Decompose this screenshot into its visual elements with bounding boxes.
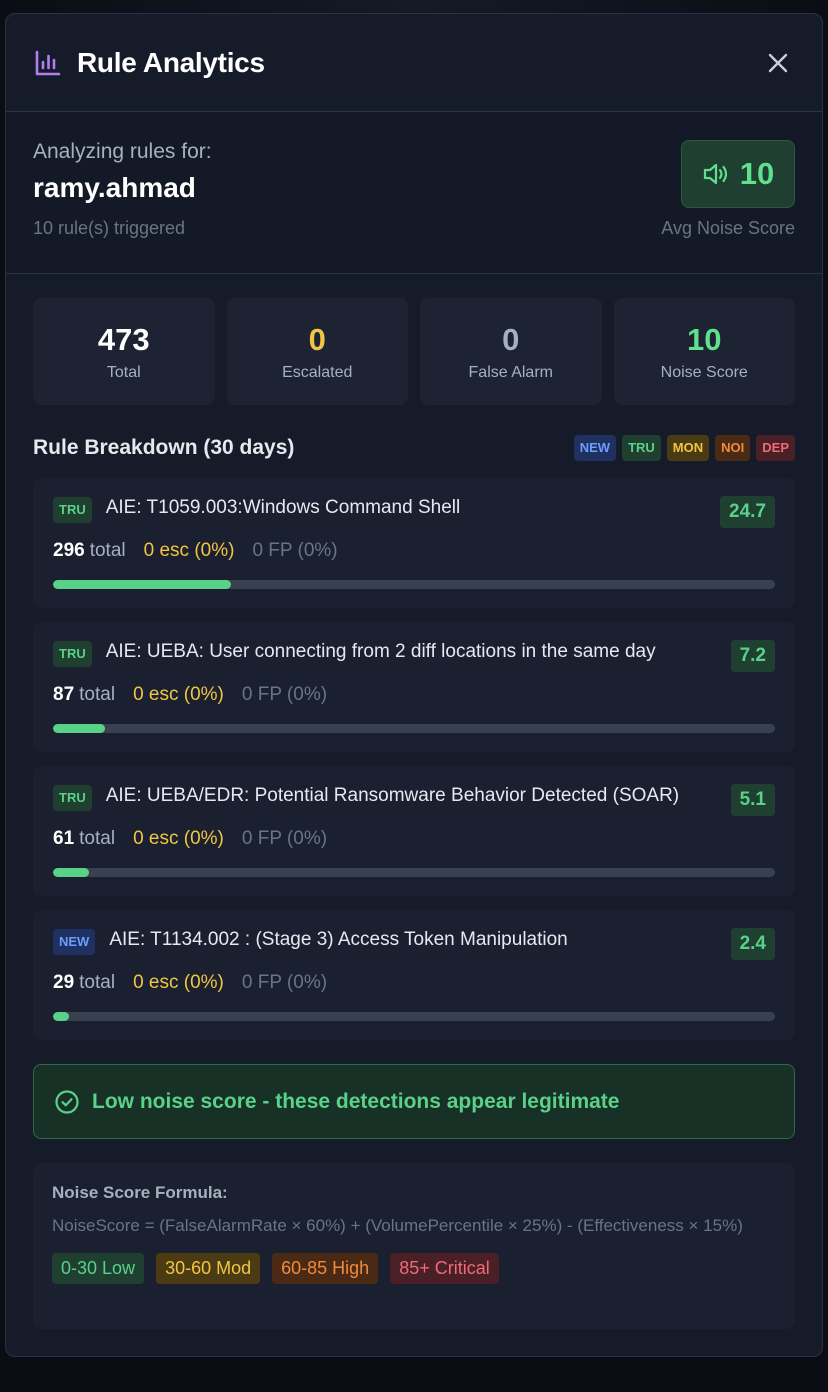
rule-noise-score: 2.4 [730, 928, 775, 960]
username: ramy.ahmad [33, 172, 196, 203]
low-noise-notice: Low noise score - these detections appea… [33, 1064, 795, 1139]
rule-escalated: 0 esc (0%) [133, 828, 224, 849]
bar-chart-icon [33, 47, 65, 79]
rule-name: AIE: UEBA: User connecting from 2 diff l… [105, 641, 656, 662]
legend-tag-new: NEW [573, 435, 617, 461]
rule-status-tag: TRU [53, 641, 92, 667]
legend-tag-noi: NOI [715, 435, 751, 461]
rule-noise-score: 24.7 [720, 496, 775, 528]
rule-total-label: total [89, 540, 126, 561]
rule-total-label: total [79, 684, 116, 705]
stat-label: Noise Score [660, 363, 748, 381]
rule-total: 61 [53, 828, 75, 849]
rule-volume-fill [53, 724, 105, 733]
analyzing-label: Analyzing rules for: [33, 140, 212, 163]
notice-message: Low noise score - these detections appea… [92, 1089, 620, 1113]
rule-escalated: 0 esc (0%) [133, 684, 224, 705]
score-ranges: 0-30 Low 30-60 Mod 60-85 High 85+ Critic… [52, 1253, 776, 1284]
rules-triggered: 10 rule(s) triggered [33, 218, 186, 238]
rule-noise-score: 5.1 [730, 784, 775, 816]
rule-breakdown-header: Rule Breakdown (30 days) NEW TRU MON NOI… [33, 433, 795, 463]
range-moderate: 30-60 Mod [156, 1253, 261, 1284]
rule-name: AIE: T1134.002 : (Stage 3) Access Token … [109, 929, 568, 950]
rule-status-tag: TRU [53, 785, 92, 811]
modal-header: Rule Analytics [6, 14, 822, 112]
rule-volume-bar [53, 868, 775, 877]
stat-card-false-alarm: 0 False Alarm [420, 298, 602, 405]
range-low: 0-30 Low [52, 1253, 145, 1284]
legend-tag-tru: TRU [622, 435, 661, 461]
stat-label: False Alarm [468, 363, 553, 381]
rule-volume-bar [53, 724, 775, 733]
stat-card-escalated: 0 Escalated [226, 298, 408, 405]
rule-volume-bar [53, 1012, 775, 1021]
rule-volume-fill [53, 580, 231, 589]
rule-false-positive: 0 FP (0%) [241, 684, 328, 705]
rule-false-positive: 0 FP (0%) [241, 972, 328, 993]
rule-list: TRU AIE: T1059.003:Windows Command Shell… [33, 478, 795, 1040]
rule-total: 87 [53, 684, 75, 705]
rule-escalated: 0 esc (0%) [133, 972, 224, 993]
rule-total-label: total [79, 828, 116, 849]
tag-legend: NEW TRU MON NOI DEP [573, 435, 795, 461]
rule-card[interactable]: NEW AIE: T1134.002 : (Stage 3) Access To… [33, 910, 795, 1040]
noise-score-formula: Noise Score Formula: NoiseScore = (False… [33, 1163, 795, 1329]
stat-label: Escalated [282, 363, 353, 381]
stat-value: 0 [502, 321, 520, 357]
close-icon [768, 53, 788, 72]
range-high: 60-85 High [272, 1253, 379, 1284]
avg-noise-score-value: 10 [739, 156, 775, 191]
stat-card-noise-score: 10 Noise Score [613, 298, 795, 405]
formula-title: Noise Score Formula: [52, 1183, 228, 1202]
user-summary: Analyzing rules for: ramy.ahmad 10 rule(… [6, 112, 822, 274]
rule-volume-bar [53, 580, 775, 589]
rule-noise-score: 7.2 [730, 640, 775, 672]
close-button[interactable] [761, 46, 795, 80]
stat-value: 473 [97, 321, 150, 357]
rule-escalated: 0 esc (0%) [143, 540, 235, 561]
avg-noise-score-caption: Avg Noise Score [661, 218, 795, 238]
rule-card[interactable]: TRU AIE: T1059.003:Windows Command Shell… [33, 478, 795, 608]
stats-row: 473 Total 0 Escalated 0 False Alarm 10 N… [33, 298, 795, 405]
stat-value: 10 [687, 321, 722, 357]
range-critical: 85+ Critical [390, 1253, 499, 1284]
rule-volume-fill [53, 868, 90, 877]
rule-breakdown-title: Rule Breakdown (30 days) [33, 436, 295, 459]
stat-value: 0 [308, 321, 326, 357]
avg-noise-score-badge: 10 [681, 140, 795, 208]
rule-false-positive: 0 FP (0%) [241, 828, 328, 849]
rule-name: AIE: UEBA/EDR: Potential Ransomware Beha… [105, 785, 680, 806]
legend-tag-dep: DEP [756, 435, 795, 461]
rule-total-label: total [79, 972, 116, 993]
rule-card[interactable]: TRU AIE: UEBA: User connecting from 2 di… [33, 622, 795, 752]
rule-card[interactable]: TRU AIE: UEBA/EDR: Potential Ransomware … [33, 766, 795, 896]
rule-total: 296 [53, 540, 85, 561]
formula-text: NoiseScore = (FalseAlarmRate × 60%) + (V… [52, 1216, 743, 1235]
rule-false-positive: 0 FP (0%) [252, 540, 338, 561]
stat-label: Total [106, 363, 141, 381]
check-circle-icon [55, 1089, 79, 1114]
rule-name: AIE: T1059.003:Windows Command Shell [105, 497, 461, 518]
rule-volume-fill [53, 1012, 69, 1021]
rule-status-tag: TRU [53, 497, 92, 523]
legend-tag-mon: MON [666, 435, 710, 461]
rule-status-tag: NEW [53, 929, 96, 955]
modal-title: Rule Analytics [77, 46, 265, 78]
rule-analytics-modal: Rule Analytics Analyzing rules for: ramy… [5, 13, 823, 1357]
stat-card-total: 473 Total [33, 298, 215, 405]
rule-total: 29 [53, 972, 75, 993]
speaker-icon [703, 163, 727, 185]
